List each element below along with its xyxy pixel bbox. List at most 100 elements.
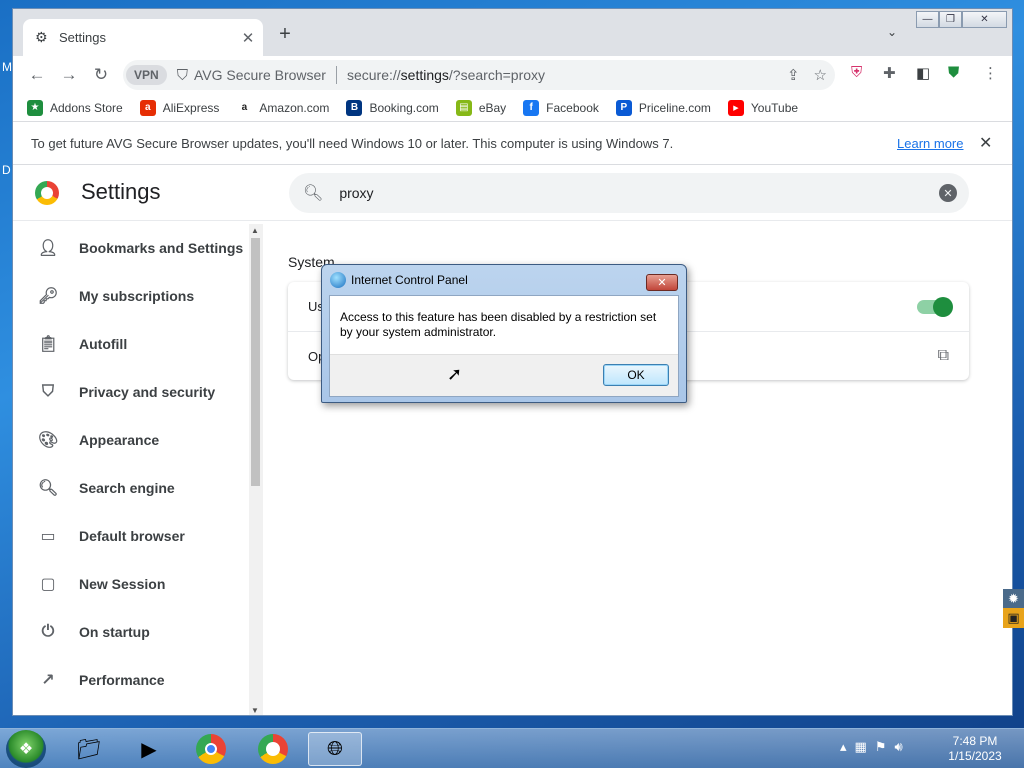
dialog-title: Internet Control Panel bbox=[351, 273, 468, 287]
new-tab-button[interactable]: + bbox=[275, 23, 295, 46]
key-icon: 🔑︎ bbox=[38, 288, 59, 305]
priceline-icon: P bbox=[615, 99, 632, 116]
gadget-monitor-icon[interactable]: ▣ bbox=[1003, 608, 1024, 628]
settings-search-input[interactable]: 🔍︎ proxy ✕ bbox=[289, 173, 969, 213]
infobar-close-icon[interactable]: ✕ bbox=[979, 133, 992, 153]
bookmark-star-icon[interactable]: ☆ bbox=[814, 66, 827, 84]
shield-icon: ⛉ bbox=[41, 383, 54, 400]
dialog-body: Access to this feature has been disabled… bbox=[329, 295, 679, 397]
gear-icon: ⚙ bbox=[35, 29, 48, 45]
chrome-icon[interactable] bbox=[184, 732, 238, 766]
close-tab-icon[interactable]: ✕ bbox=[233, 29, 263, 47]
back-icon[interactable]: ← bbox=[21, 65, 53, 85]
palette-icon: 🎨︎ bbox=[38, 432, 59, 449]
bookmark-item[interactable]: B Booking.com bbox=[346, 99, 439, 116]
sidebar-item-privacy-and-security[interactable]: ⛉ Privacy and security bbox=[13, 368, 263, 416]
menu-kebab-icon[interactable]: ⋮ bbox=[983, 64, 998, 82]
avg-shield-icon: ⛉ bbox=[176, 66, 188, 84]
bookmark-item[interactable]: a Amazon.com bbox=[236, 99, 329, 116]
update-infobar: To get future AVG Secure Browser updates… bbox=[13, 121, 1012, 165]
privacy-extension-icon[interactable]: ⛨ bbox=[851, 64, 862, 81]
tab-search-icon[interactable]: ⌄ bbox=[887, 25, 897, 39]
infobar-message: To get future AVG Secure Browser updates… bbox=[31, 135, 674, 151]
system-tray: ▴ ▦ ⚑ 🔊︎ bbox=[840, 739, 903, 755]
sidebar-item-bookmarks-and-settings[interactable]: 👤︎ Bookmarks and Settings bbox=[13, 224, 263, 272]
avg-browser-taskbar-icon[interactable] bbox=[246, 732, 300, 766]
maximize-button[interactable]: ❐ bbox=[939, 11, 962, 28]
internet-globe-icon bbox=[330, 272, 346, 288]
sidebar-item-my-subscriptions[interactable]: 🔑︎ My subscriptions bbox=[13, 272, 263, 320]
bookmark-item[interactable]: ▶ YouTube bbox=[727, 99, 798, 116]
internet-control-panel-taskbar-icon[interactable]: 🌐︎ bbox=[308, 732, 362, 766]
youtube-icon: ▶ bbox=[727, 99, 744, 116]
minimize-button[interactable]: — bbox=[916, 11, 939, 28]
close-window-button[interactable]: ✕ bbox=[962, 11, 1007, 28]
browser-brand: AVG Secure Browser bbox=[193, 67, 326, 83]
dialog-close-button[interactable]: ✕ bbox=[646, 274, 678, 291]
page-title: Settings bbox=[81, 179, 161, 204]
clipboard-icon: 📋︎ bbox=[38, 336, 59, 353]
search-icon: 🔍︎ bbox=[38, 480, 59, 497]
bookmark-item[interactable]: a AliExpress bbox=[139, 99, 219, 116]
show-hidden-icons-icon[interactable]: ▴ bbox=[840, 739, 847, 755]
clock[interactable]: 7:48 PM 1/15/2023 bbox=[940, 734, 1010, 764]
bookmark-item[interactable]: P Priceline.com bbox=[615, 99, 711, 116]
browser-window-icon: ▭ bbox=[40, 528, 56, 545]
security-shield-icon[interactable]: ⛊ bbox=[948, 64, 959, 81]
dialog-titlebar[interactable]: Internet Control Panel bbox=[322, 265, 686, 295]
action-center-flag-icon[interactable]: ⚑ bbox=[875, 739, 887, 755]
dialog-message: Access to this feature has been disabled… bbox=[340, 310, 657, 339]
url-text: secure://settings/?search=proxy bbox=[346, 67, 546, 83]
trending-icon: ↗ bbox=[41, 672, 55, 689]
vpn-button[interactable]: VPN bbox=[126, 65, 167, 85]
window-controls: — ❐ ✕ bbox=[916, 11, 1007, 29]
hardware-acceleration-toggle[interactable] bbox=[917, 296, 953, 317]
bookmark-item[interactable]: f Facebook bbox=[523, 99, 599, 116]
network-icon[interactable]: ▦ bbox=[855, 739, 867, 755]
tab-settings[interactable]: ⚙ Settings ✕ bbox=[23, 19, 263, 56]
start-button[interactable]: ❖ bbox=[6, 730, 46, 768]
settings-sidebar: 👤︎ Bookmarks and Settings 🔑︎ My subscripti… bbox=[13, 224, 263, 715]
aliexpress-icon: a bbox=[139, 99, 156, 116]
volume-icon[interactable]: 🔊︎ bbox=[894, 739, 902, 755]
restriction-dialog: Internet Control Panel ✕ Access to this … bbox=[321, 264, 687, 403]
avg-browser-logo bbox=[35, 181, 59, 205]
learn-more-link[interactable]: Learn more bbox=[897, 136, 963, 151]
external-link-icon[interactable]: ⧉ bbox=[938, 347, 949, 365]
search-value: proxy bbox=[339, 185, 374, 201]
desktop-letter: M bbox=[2, 60, 12, 74]
reload-icon[interactable]: ↻ bbox=[85, 65, 117, 85]
file-explorer-icon[interactable]: 📁︎ bbox=[62, 732, 116, 766]
sidebar-item-new-session[interactable]: ▢ New Session bbox=[13, 560, 263, 608]
clock-time: 7:48 PM bbox=[952, 734, 998, 748]
tab-title: Settings bbox=[59, 30, 106, 45]
sidebar-item-performance[interactable]: ↗ Performance bbox=[13, 656, 263, 704]
bookmark-item[interactable]: ★ Addons Store bbox=[27, 99, 123, 116]
sidebar-item-on-startup[interactable]: ⏻ On startup bbox=[13, 608, 263, 656]
forward-icon[interactable]: → bbox=[53, 65, 85, 85]
bookmarks-bar: ★ Addons Store a AliExpress a Amazon.com BB… bbox=[13, 94, 1012, 121]
person-icon: 👤︎ bbox=[38, 240, 59, 257]
sidebar-scrollbar[interactable]: ▲ ▼ bbox=[249, 224, 263, 715]
amazon-icon: a bbox=[236, 99, 253, 116]
sidebar-item-appearance[interactable]: 🎨︎ Appearance bbox=[13, 416, 263, 464]
address-bar[interactable]: VPN ⛉ AVG Secure Browser secure://settin… bbox=[123, 60, 835, 90]
desktop-edge: M D bbox=[0, 0, 12, 728]
ebay-icon: ▤ bbox=[455, 99, 472, 116]
ok-button[interactable]: OK bbox=[603, 364, 669, 386]
sidebar-item-autofill[interactable]: 📋︎ Autofill bbox=[13, 320, 263, 368]
share-icon[interactable]: ⇪ bbox=[787, 66, 800, 84]
side-panel-icon[interactable]: ◧ bbox=[916, 64, 930, 82]
sidebar-item-default-browser[interactable]: ▭ Default browser bbox=[13, 512, 263, 560]
booking-icon: B bbox=[346, 99, 363, 116]
gadget-gear-icon[interactable]: ✹ bbox=[1003, 589, 1024, 609]
dialog-footer: OK bbox=[330, 354, 678, 396]
sidebar-item-search-engine[interactable]: 🔍︎ Search engine bbox=[13, 464, 263, 512]
scrollbar-thumb[interactable] bbox=[251, 238, 260, 486]
scroll-up-arrow-icon[interactable]: ▲ bbox=[251, 226, 259, 235]
scroll-down-arrow-icon[interactable]: ▼ bbox=[251, 706, 259, 715]
clear-search-icon[interactable]: ✕ bbox=[939, 184, 957, 202]
extensions-puzzle-icon[interactable]: ✚ bbox=[883, 64, 896, 82]
bookmark-item[interactable]: ▤ eBay bbox=[455, 99, 506, 116]
media-player-icon[interactable]: ▶ bbox=[122, 732, 176, 766]
